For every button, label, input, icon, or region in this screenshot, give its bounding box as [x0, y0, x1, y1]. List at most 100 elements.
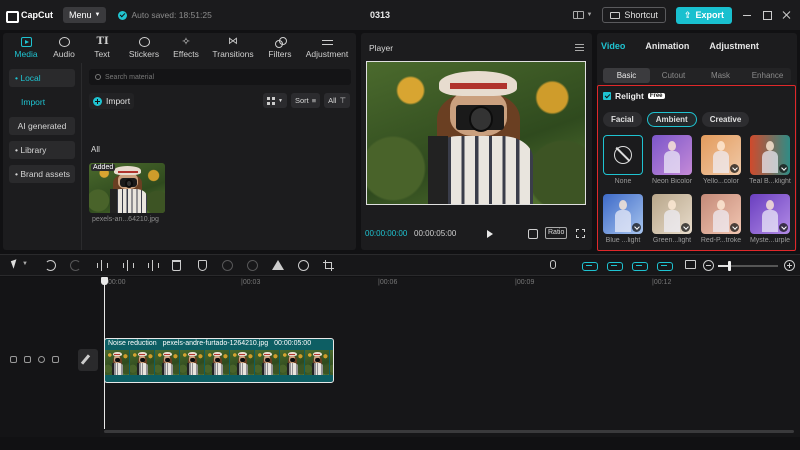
- mode-creative[interactable]: Creative: [701, 112, 750, 127]
- subtab-enhance[interactable]: Enhance: [744, 68, 791, 83]
- video-clip[interactable]: Noise reduction pexels-andre-furtado-126…: [104, 338, 334, 383]
- select-cursor-icon[interactable]: [6, 260, 17, 271]
- crop-icon[interactable]: [323, 260, 334, 271]
- mode-ambient[interactable]: Ambient: [646, 112, 697, 127]
- preset-red-stroke[interactable]: Red-P...troke: [701, 194, 741, 244]
- sidebar-item-library[interactable]: • Library: [9, 141, 75, 159]
- chevron-down-icon[interactable]: ▼: [586, 12, 592, 18]
- filter-button[interactable]: All ⊤: [324, 93, 350, 108]
- mode-facial[interactable]: Facial: [603, 112, 642, 127]
- play-icon[interactable]: [487, 230, 493, 238]
- playhead[interactable]: [101, 277, 108, 429]
- preset-teal-backlight[interactable]: Teal B...klight: [749, 135, 791, 185]
- tab-effects[interactable]: ✧ Effects: [167, 33, 205, 63]
- cover-edit-button[interactable]: [78, 349, 98, 371]
- preset-label: Teal B...klight: [749, 178, 791, 185]
- capcut-window: CapCut Menu ▼ Auto saved: 18:51:25 0313 …: [0, 0, 800, 450]
- preset-yellow-color[interactable]: Yello...color: [701, 135, 741, 185]
- ratio-button[interactable]: Ratio: [545, 227, 568, 239]
- fit-view-icon[interactable]: [528, 229, 538, 239]
- shortcut-button[interactable]: Shortcut: [602, 7, 666, 23]
- subtab-cutout[interactable]: Cutout: [650, 68, 697, 83]
- sort-button[interactable]: Sort ≡: [290, 93, 321, 108]
- timeline-scrollbar[interactable]: [104, 430, 794, 433]
- split-icon[interactable]: [96, 260, 108, 271]
- export-button[interactable]: ⇪ Export: [675, 6, 732, 24]
- tab-adjustment-props[interactable]: Adjustment: [709, 41, 759, 51]
- rotate-icon[interactable]: [298, 260, 309, 271]
- chevron-down-icon[interactable]: ▼: [22, 261, 28, 267]
- tab-filters[interactable]: Filters: [261, 33, 299, 63]
- subtab-basic[interactable]: Basic: [603, 68, 650, 83]
- video-preview[interactable]: [366, 61, 586, 205]
- tab-media[interactable]: Media: [7, 33, 45, 63]
- tab-video[interactable]: Video: [601, 41, 625, 51]
- minimize-icon[interactable]: [742, 10, 752, 20]
- fullscreen-icon[interactable]: [576, 229, 585, 238]
- tab-adjustment[interactable]: Adjustment: [299, 33, 355, 63]
- close-icon[interactable]: [782, 10, 792, 20]
- tab-animation[interactable]: Animation: [645, 41, 689, 51]
- tab-text[interactable]: TI Text: [83, 33, 121, 63]
- zoom-in-icon[interactable]: [784, 260, 795, 271]
- layout-icon[interactable]: [573, 11, 585, 19]
- maximize-icon[interactable]: [762, 10, 772, 20]
- eye-icon[interactable]: [38, 356, 45, 363]
- lock-icon[interactable]: [24, 356, 31, 363]
- preset-none[interactable]: None: [603, 135, 643, 185]
- delete-icon[interactable]: [172, 260, 181, 271]
- time-ruler[interactable]: 00:00 |00:03 |00:06 |00:09 |00:12: [104, 277, 800, 291]
- speaker-icon[interactable]: [52, 356, 59, 363]
- view-mode-button[interactable]: ▼: [263, 93, 287, 108]
- auto-snap-icon[interactable]: [607, 262, 623, 271]
- sidebar-item-brand-assets[interactable]: • Brand assets: [9, 165, 75, 183]
- split-right-icon[interactable]: [147, 260, 159, 271]
- preset-mystery-purple[interactable]: Myste...urple: [750, 194, 790, 244]
- preset-thumb: [750, 194, 790, 234]
- preview-axis-icon[interactable]: [657, 262, 673, 271]
- redo-icon[interactable]: [70, 260, 81, 271]
- magnet-link-icon[interactable]: [582, 262, 598, 271]
- tab-stickers[interactable]: Stickers: [121, 33, 167, 63]
- split-left-icon[interactable]: [122, 260, 134, 271]
- clip-frame: [205, 350, 230, 375]
- subtab-mask[interactable]: Mask: [697, 68, 744, 83]
- preset-neon-bicolor[interactable]: Neon Bicolor: [652, 135, 692, 185]
- zoom-slider[interactable]: [718, 261, 778, 271]
- sidebar-item-ai-generated[interactable]: AI generated: [9, 117, 75, 135]
- zoom-out-icon[interactable]: [703, 260, 714, 271]
- plus-circle-icon: [93, 96, 102, 106]
- media-item-thumbnail[interactable]: Added: [89, 163, 165, 213]
- freeze-icon[interactable]: [222, 260, 233, 271]
- title-bar: CapCut Menu ▼ Auto saved: 18:51:25 0313 …: [0, 0, 800, 30]
- menu-icon[interactable]: [575, 44, 584, 51]
- menu-button[interactable]: Menu ▼: [63, 7, 107, 23]
- relight-checkbox[interactable]: [603, 92, 611, 100]
- app-name: CapCut: [21, 10, 53, 20]
- current-time: 00:00:00:00: [365, 229, 408, 238]
- microphone-icon[interactable]: [550, 260, 556, 269]
- preset-blue-light[interactable]: Blue ...light: [603, 194, 643, 244]
- fullscreen-preview-icon[interactable]: [685, 260, 696, 269]
- import-button[interactable]: Import: [89, 93, 135, 109]
- tab-audio[interactable]: Audio: [45, 33, 83, 63]
- zoom-slider-handle[interactable]: [727, 261, 731, 271]
- sub-tabs: Basic Cutout Mask Enhance: [603, 68, 791, 83]
- tab-transitions[interactable]: ⋈ Transitions: [205, 33, 261, 63]
- shortcut-label: Shortcut: [624, 10, 658, 20]
- reverse-icon[interactable]: [247, 260, 258, 271]
- track-cover-icon[interactable]: [10, 356, 17, 363]
- search-input[interactable]: Search material: [89, 69, 351, 85]
- mask-icon[interactable]: [198, 260, 207, 271]
- preset-thumb: [750, 135, 790, 175]
- ruler-label: |00:03: [241, 279, 261, 286]
- adjustment-icon: [321, 37, 333, 47]
- mirror-icon[interactable]: [272, 260, 284, 270]
- linkage-icon[interactable]: [632, 262, 648, 271]
- preset-green-light[interactable]: Green...light: [652, 194, 692, 244]
- sidebar-item-local[interactable]: • Local: [9, 69, 75, 87]
- filters-icon: [274, 37, 287, 48]
- undo-icon[interactable]: [45, 260, 56, 271]
- preset-thumb: [701, 194, 741, 234]
- sidebar-item-import[interactable]: Import: [9, 93, 75, 111]
